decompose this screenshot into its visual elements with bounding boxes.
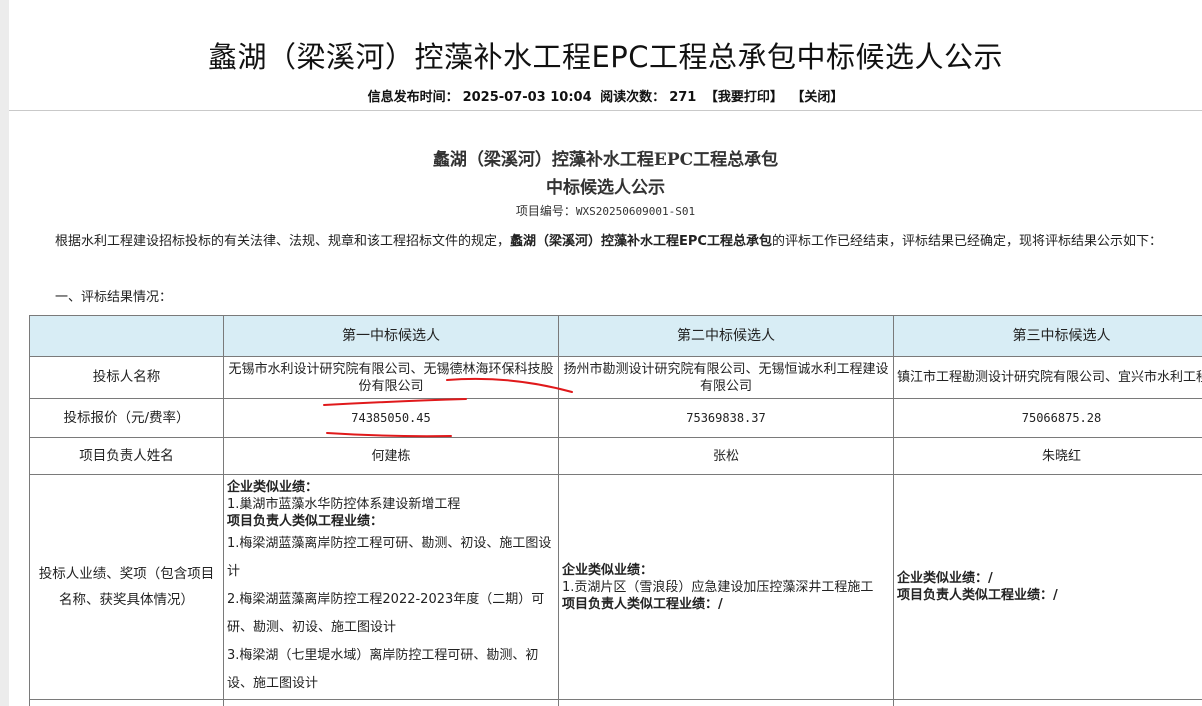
first-manager-label: 项目负责人类似工程业绩：	[227, 513, 384, 529]
performance-third: 企业类似业绩：/ 项目负责人类似工程业绩：/	[893, 474, 1202, 700]
price-second: 75369838.37	[558, 398, 894, 438]
first-company-item-1: 1.巢湖市蓝藻水华防控体系建设新增工程	[227, 496, 461, 512]
project-number: 项目编号：WXS20250609001-S01	[9, 202, 1202, 219]
table-row-bidder: 投标人名称 无锡市水利设计研究院有限公司、无锡德林海环保科技股份有限公司 扬州市…	[29, 356, 1202, 399]
second-company-item-1: 1.贡湖片区（雪浪段）应急建设加压控藻深井工程施工	[562, 579, 874, 595]
row-label-manager: 项目负责人姓名	[29, 437, 224, 475]
next-row-cell-4	[893, 699, 1202, 706]
intro-project-name: 蠡湖（梁溪河）控藻补水工程EPC工程总承包	[510, 234, 772, 249]
reads-label: 阅读次数：	[600, 90, 666, 105]
price-first: 74385050.45	[223, 398, 559, 438]
first-company-label: 企业类似业绩：	[227, 479, 319, 495]
price-third: 75066875.28	[893, 398, 1202, 438]
next-row-cell-1	[29, 699, 224, 706]
table-row-manager: 项目负责人姓名 何建栋 张松 朱晓红	[29, 437, 1202, 475]
intro-text-pre: 根据水利工程建设招标投标的有关法律、法规、规章和该工程招标文件的规定，	[55, 234, 511, 249]
publish-time: 2025-07-03 10:04	[462, 90, 592, 105]
header-cell-blank	[29, 315, 224, 357]
bidder-first: 无锡市水利设计研究院有限公司、无锡德林海环保科技股份有限公司	[223, 356, 559, 399]
results-table: 第一中标候选人 第二中标候选人 第三中标候选人 投标人名称 无锡市水利设计研究院…	[29, 315, 1202, 706]
bidder-third: 镇江市工程勘测设计研究院有限公司、宜兴市水利工程有限公司	[893, 356, 1202, 399]
table-row-price: 投标报价（元/费率） 74385050.45 75369838.37 75066…	[29, 398, 1202, 438]
project-number-label: 项目编号：	[515, 204, 576, 218]
notice-page: 蠡湖（梁溪河）控藻补水工程EPC工程总承包中标候选人公示 信息发布时间： 2025…	[9, 0, 1202, 706]
header-divider	[9, 110, 1202, 111]
first-manager-item-3: 3.梅梁湖（七里堤水域）离岸防控工程可研、勘测、初设、施工图设计	[227, 647, 539, 691]
doc-heading-line2: 中标候选人公示	[546, 178, 665, 198]
manager-second: 张松	[558, 437, 894, 475]
header-cell-second: 第二中标候选人	[558, 315, 894, 357]
bidder-second: 扬州市勘测设计研究院有限公司、无锡恒诚水利工程建设有限公司	[558, 356, 894, 399]
next-row-cell-3	[558, 699, 894, 706]
close-link[interactable]: 【关闭】	[791, 90, 843, 105]
reads-count: 271	[669, 90, 697, 105]
next-row-cell-2	[223, 699, 559, 706]
publish-label: 信息发布时间：	[367, 90, 459, 105]
performance-second: 企业类似业绩： 1.贡湖片区（雪浪段）应急建设加压控藻深井工程施工 项目负责人类…	[558, 474, 894, 700]
doc-heading-line1: 蠡湖（梁溪河）控藻补水工程EPC工程总承包	[432, 150, 779, 170]
third-company-label: 企业类似业绩：/	[897, 571, 993, 586]
header-cell-third: 第三中标候选人	[893, 315, 1202, 357]
print-link[interactable]: 【我要打印】	[705, 90, 783, 105]
performance-first: 企业类似业绩： 1.巢湖市蓝藻水华防控体系建设新增工程 项目负责人类似工程业绩：…	[223, 474, 559, 700]
row-label-bidder: 投标人名称	[29, 356, 224, 399]
manager-third: 朱晓红	[893, 437, 1202, 475]
first-manager-item-2: 2.梅梁湖蓝藻离岸防控工程2022-2023年度（二期）可研、勘测、初设、施工图…	[227, 591, 545, 635]
row-label-performance: 投标人业绩、奖项（包含项目名称、获奖具体情况）	[29, 474, 224, 700]
row-label-price: 投标报价（元/费率）	[29, 398, 224, 438]
meta-bar: 信息发布时间： 2025-07-03 10:04 阅读次数： 271 【我要打印】 …	[9, 86, 1202, 105]
second-manager-label: 项目负责人类似工程业绩：/	[562, 596, 723, 612]
second-company-label: 企业类似业绩：	[562, 562, 654, 578]
table-row-performance: 投标人业绩、奖项（包含项目名称、获奖具体情况） 企业类似业绩： 1.巢湖市蓝藻水…	[29, 474, 1202, 700]
first-manager-item-1: 1.梅梁湖蓝藻离岸防控工程可研、勘测、初设、施工图设计	[227, 535, 552, 579]
page-title: 蠡湖（梁溪河）控藻补水工程EPC工程总承包中标候选人公示	[207, 40, 1004, 74]
third-manager-label: 项目负责人类似工程业绩：/	[897, 588, 1058, 603]
manager-first: 何建栋	[223, 437, 559, 475]
bidder-third-text: 镇江市工程勘测设计研究院有限公司、宜兴市水利工程有限公司	[897, 370, 1202, 385]
project-number-value: WXS20250609001-S01	[575, 205, 696, 218]
intro-text-post: 的评标工作已经结束，评标结果已经确定，现将评标结果公示如下：	[771, 234, 1162, 249]
section-heading: 一、评标结果情况：	[55, 290, 173, 305]
intro-paragraph: 根据水利工程建设招标投标的有关法律、法规、规章和该工程招标文件的规定，蠡湖（梁溪…	[25, 232, 1180, 252]
table-row-next	[29, 699, 1202, 706]
header-cell-first: 第一中标候选人	[223, 315, 559, 357]
table-header-row: 第一中标候选人 第二中标候选人 第三中标候选人	[29, 315, 1202, 357]
